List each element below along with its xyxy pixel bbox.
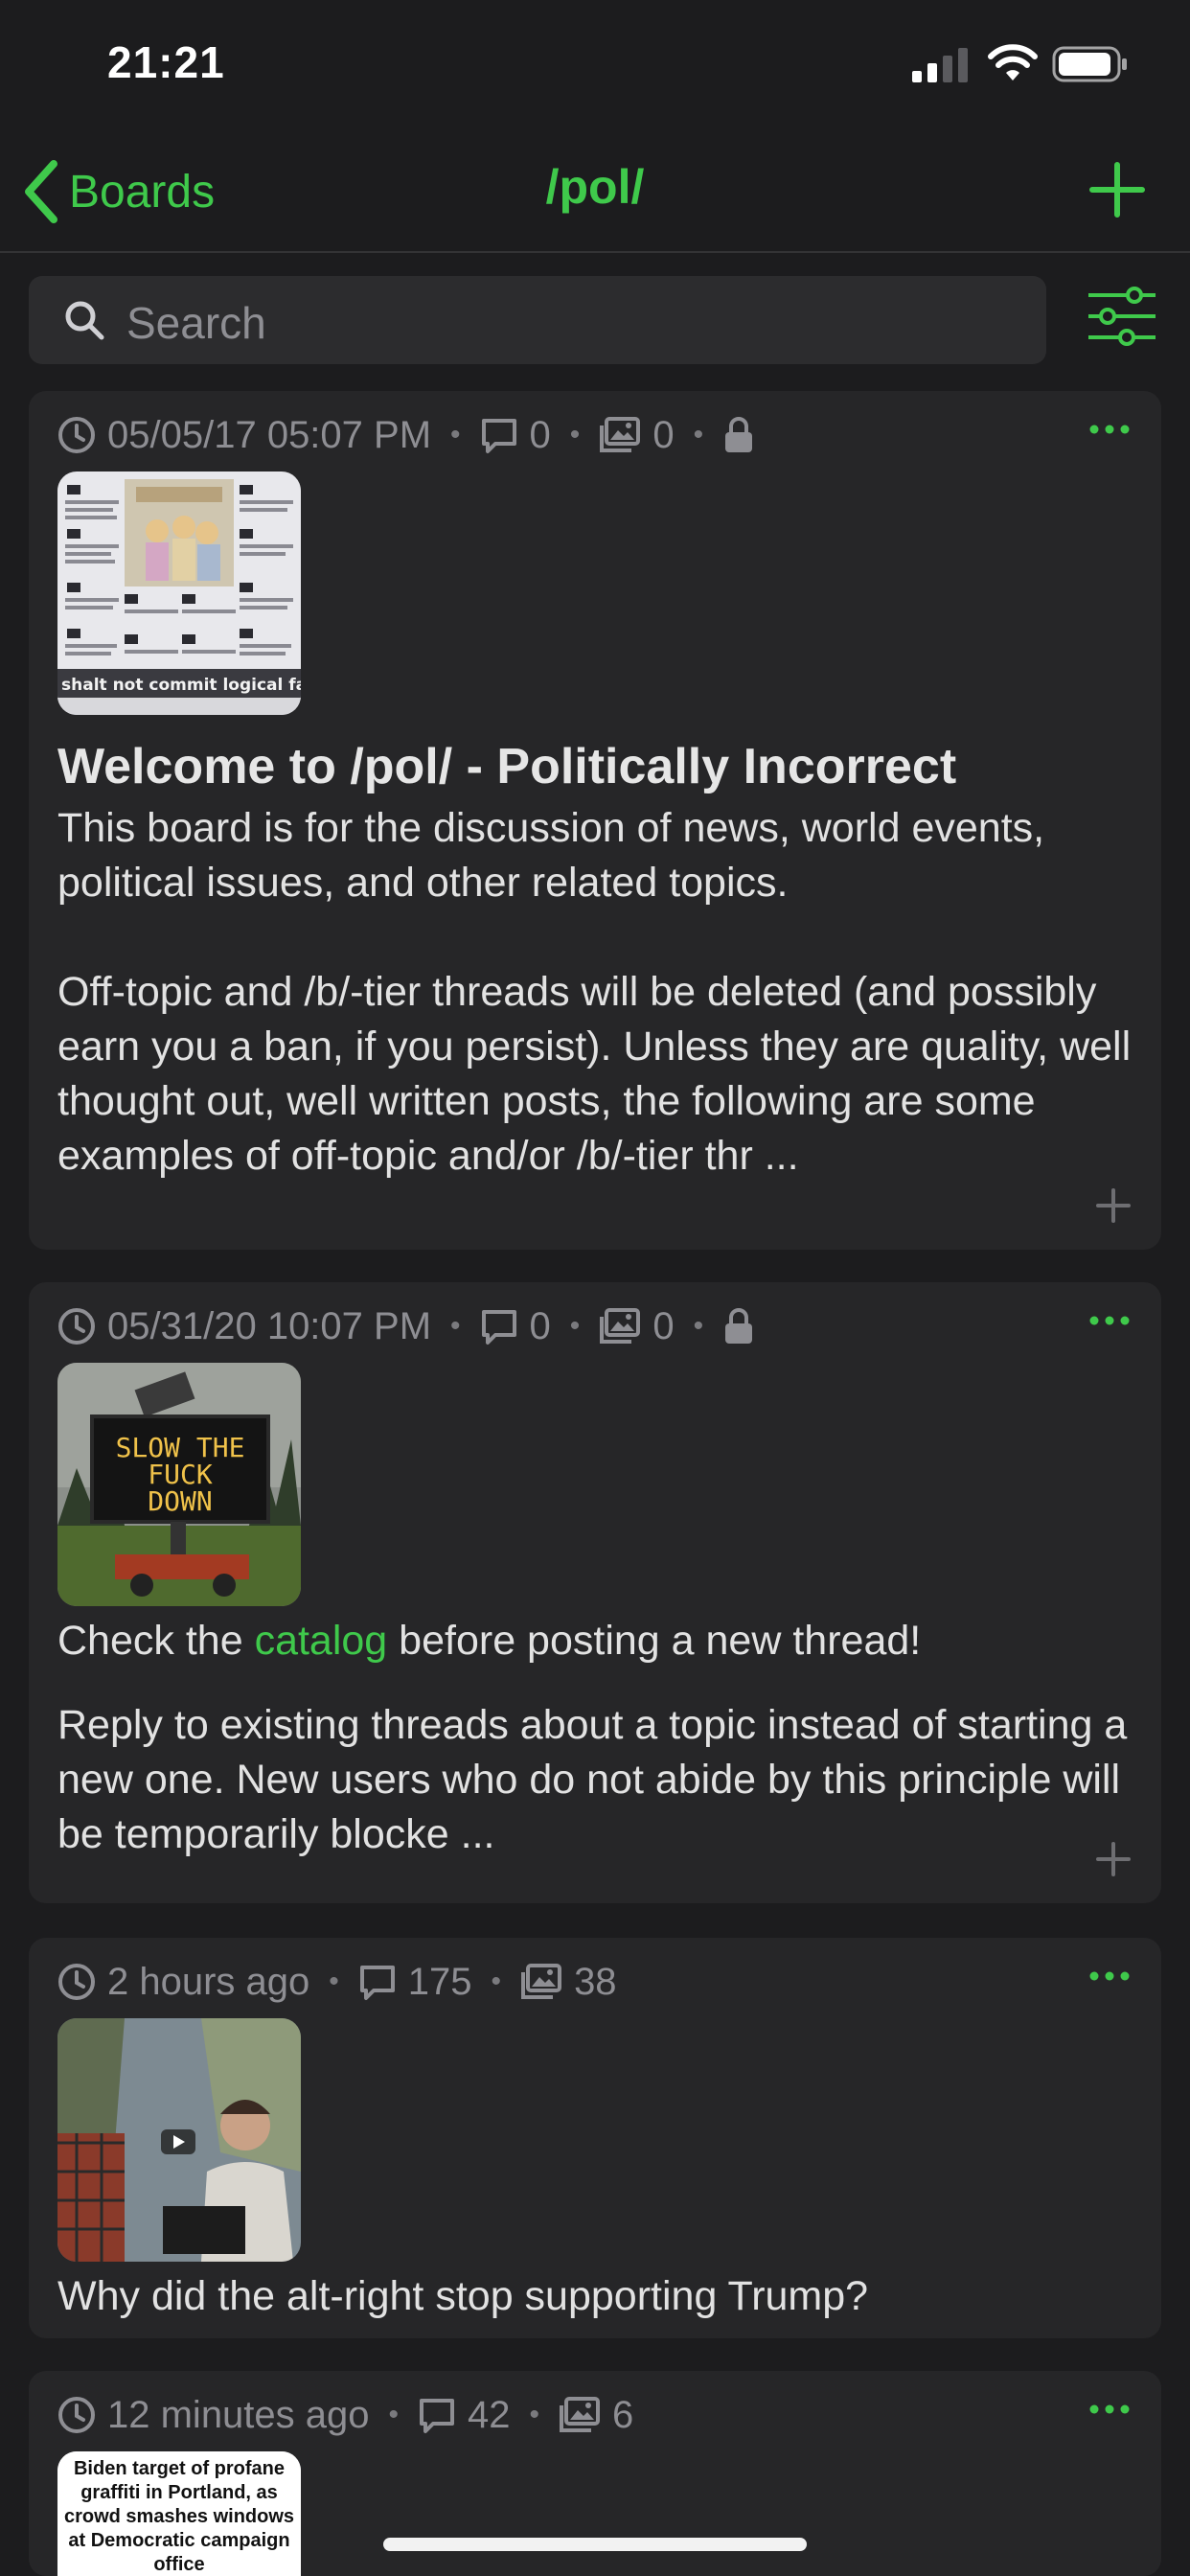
search-placeholder: Search bbox=[126, 298, 266, 348]
headline-line-4: at Democratic campaign bbox=[68, 2530, 289, 2551]
thread-meta: 05/05/17 05:07 PM • 0 • 0 • bbox=[57, 404, 767, 466]
headline-line-5: office bbox=[153, 2554, 204, 2575]
thread-meta: 2 hours ago • 175 • 38 bbox=[57, 1951, 617, 2012]
home-indicator[interactable] bbox=[383, 2538, 807, 2551]
lock-icon bbox=[722, 1307, 755, 1346]
more-options-icon[interactable] bbox=[1088, 1957, 1131, 1995]
search-input[interactable]: Search bbox=[29, 276, 1046, 364]
reply-count: 0 bbox=[529, 413, 551, 456]
thread-meta: 12 minutes ago • 42 • 6 bbox=[57, 2384, 633, 2446]
video-thumbnail-image bbox=[57, 2018, 301, 2262]
thread-card[interactable]: 05/05/17 05:07 PM • 0 • 0 • shalt not co… bbox=[29, 391, 1161, 1250]
thread-text: This board is for the discussion of news… bbox=[57, 805, 1132, 1179]
thread-text-continued: Reply to existing threads about a topic … bbox=[57, 1702, 1128, 1857]
reply-count: 0 bbox=[529, 1304, 551, 1347]
more-options-icon[interactable] bbox=[1088, 410, 1131, 448]
headline-line-1: Biden target of profane bbox=[74, 2458, 285, 2479]
thread-text: Why did the alt-right stop supporting Tr… bbox=[57, 2273, 869, 2319]
reply-bubble-icon bbox=[418, 2396, 456, 2434]
thread-date: 12 minutes ago bbox=[107, 2393, 370, 2436]
thread-thumbnail[interactable]: shalt not commit logical falla bbox=[57, 472, 301, 715]
plus-icon[interactable] bbox=[1088, 161, 1146, 218]
reply-count: 42 bbox=[468, 2393, 511, 2436]
thumbnail-image: shalt not commit logical falla bbox=[57, 472, 301, 715]
catalog-link[interactable]: catalog bbox=[255, 1618, 388, 1664]
thread-card[interactable]: 2 hours ago • 175 • 38 Why did the alt-r… bbox=[29, 1938, 1161, 2338]
thumbnail-caption: shalt not commit logical falla bbox=[61, 676, 301, 695]
reply-bubble-icon bbox=[358, 1963, 397, 2001]
separator-dot: • bbox=[388, 2399, 400, 2430]
navigation-bar: Boards /pol/ bbox=[0, 134, 1190, 253]
separator-dot: • bbox=[450, 1310, 461, 1342]
separator-dot: • bbox=[450, 419, 461, 450]
thread-thumbnail[interactable]: Biden target of profane graffiti in Port… bbox=[57, 2451, 301, 2576]
thread-thumbnail[interactable] bbox=[57, 2018, 301, 2262]
thread-meta: 05/31/20 10:07 PM • 0 • 0 • bbox=[57, 1296, 767, 1357]
thumbnail-image: SLOW THE FUCK DOWN bbox=[57, 1363, 301, 1606]
images-icon bbox=[520, 1963, 562, 2001]
search-icon bbox=[65, 301, 104, 340]
lock-icon bbox=[722, 416, 755, 454]
image-count: 38 bbox=[574, 1960, 617, 2003]
text-after-link: before posting a new thread! bbox=[387, 1618, 922, 1664]
image-count: 0 bbox=[652, 413, 675, 456]
thread-date: 05/31/20 10:07 PM bbox=[107, 1304, 432, 1347]
thread-thumbnail[interactable]: SLOW THE FUCK DOWN bbox=[57, 1363, 301, 1606]
thread-date: 2 hours ago bbox=[107, 1960, 310, 2003]
separator-dot: • bbox=[529, 2399, 540, 2430]
image-count: 6 bbox=[612, 2393, 634, 2436]
images-icon bbox=[599, 416, 641, 454]
wifi-icon bbox=[988, 44, 1038, 80]
clock-icon bbox=[57, 2396, 96, 2434]
images-icon bbox=[559, 2396, 601, 2434]
clock-icon bbox=[57, 1963, 96, 2001]
cellular-signal-icon bbox=[912, 48, 968, 82]
thread-text: Check the catalog before posting a new t… bbox=[57, 1614, 1150, 1668]
separator-dot: • bbox=[569, 1310, 581, 1342]
separator-dot: • bbox=[693, 1310, 704, 1342]
separator-dot: • bbox=[569, 419, 581, 450]
sliders-icon[interactable] bbox=[1087, 286, 1156, 347]
separator-dot: • bbox=[491, 1966, 502, 1997]
battery-icon bbox=[1052, 46, 1127, 82]
headline-thumbnail-image: Biden target of profane graffiti in Port… bbox=[57, 2451, 301, 2576]
more-options-icon[interactable] bbox=[1088, 1301, 1131, 1340]
expand-plus-icon[interactable] bbox=[1094, 1186, 1133, 1225]
reply-bubble-icon bbox=[480, 1307, 518, 1346]
reply-bubble-icon bbox=[480, 416, 518, 454]
text-before-link: Check the bbox=[57, 1618, 255, 1664]
thread-card[interactable]: 05/31/20 10:07 PM • 0 • 0 • SLOW THE FUC… bbox=[29, 1282, 1161, 1903]
sign-line-3: DOWN bbox=[148, 1485, 212, 1517]
thread-date: 05/05/17 05:07 PM bbox=[107, 413, 432, 456]
separator-dot: • bbox=[693, 419, 704, 450]
status-bar: 21:21 bbox=[0, 0, 1190, 125]
clock-icon bbox=[57, 1307, 96, 1346]
status-time: 21:21 bbox=[107, 37, 225, 87]
more-options-icon[interactable] bbox=[1088, 2390, 1131, 2428]
headline-line-2: graffiti in Portland, as bbox=[80, 2482, 278, 2503]
thread-title: Welcome to /pol/ - Politically Incorrect bbox=[57, 739, 957, 794]
separator-dot: • bbox=[329, 1966, 339, 1997]
page-title: /pol/ bbox=[545, 160, 645, 214]
expand-plus-icon[interactable] bbox=[1094, 1840, 1133, 1878]
headline-line-3: crowd smashes windows bbox=[64, 2506, 294, 2527]
images-icon bbox=[599, 1307, 641, 1346]
reply-count: 175 bbox=[407, 1960, 472, 2003]
image-count: 0 bbox=[652, 1304, 675, 1347]
clock-icon bbox=[57, 416, 96, 454]
